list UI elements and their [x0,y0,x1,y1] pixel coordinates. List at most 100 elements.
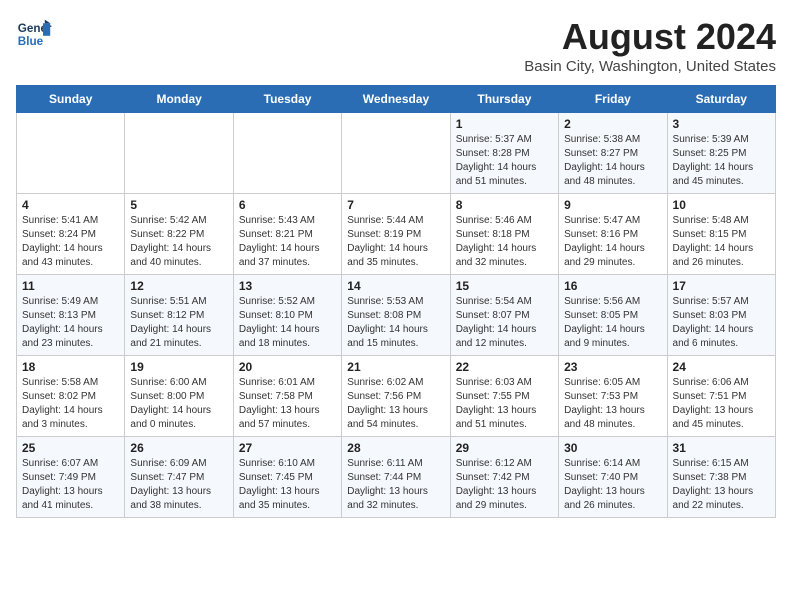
calendar-cell [342,113,450,194]
calendar-cell: 10Sunrise: 5:48 AM Sunset: 8:15 PM Dayli… [667,194,775,275]
calendar-cell: 15 Sunrise: 5:54 AM Sunset: 8:07 PM Dayli… [450,275,558,356]
calendar-week-4: 18 Sunrise: 5:58 AM Sunset: 8:02 PM Dayli… [17,356,776,437]
day-number: 7 [347,198,444,212]
day-number: 24 [673,360,770,374]
day-wednesday: Wednesday [342,86,450,113]
day-info: Sunrise: 5:47 AM Sunset: 8:16 PM Dayligh… [564,214,661,270]
svg-text:Blue: Blue [18,35,44,48]
day-info: Sunrise: 6:10 AM Sunset: 7:45 PM Dayligh… [239,457,336,513]
day-number: 12 [130,279,227,293]
calendar-cell: 4Sunrise: 5:41 AM Sunset: 8:24 PM Daylig… [17,194,125,275]
day-info: Sunrise: 5:42 AM Sunset: 8:22 PM Dayligh… [130,214,227,270]
calendar-cell: 28Sunrise: 6:11 AM Sunset: 7:44 PM Dayli… [342,437,450,518]
calendar-week-5: 25Sunrise: 6:07 AM Sunset: 7:49 PM Dayli… [17,437,776,518]
day-info: Sunrise: 6:06 AM Sunset: 7:51 PM Dayligh… [673,376,770,432]
calendar-body: 1Sunrise: 5:37 AM Sunset: 8:28 PM Daylig… [17,113,776,518]
day-number: 11 [22,279,119,293]
day-number: 20 [239,360,336,374]
day-number: 19 [130,360,227,374]
calendar-cell: 20 Sunrise: 6:01 AM Sunset: 7:58 PM Dayli… [233,356,341,437]
day-info: Sunrise: 5:44 AM Sunset: 8:19 PM Dayligh… [347,214,444,270]
day-info: Sunrise: 6:11 AM Sunset: 7:44 PM Dayligh… [347,457,444,513]
day-number: 30 [564,441,661,455]
day-number: 10 [673,198,770,212]
calendar-cell: 14 Sunrise: 5:53 AM Sunset: 8:08 PM Dayli… [342,275,450,356]
day-info: Sunrise: 5:52 AM Sunset: 8:10 PM Dayligh… [239,295,336,351]
day-info: Sunrise: 6:05 AM Sunset: 7:53 PM Dayligh… [564,376,661,432]
calendar-header: Sunday Monday Tuesday Wednesday Thursday… [17,86,776,113]
day-number: 29 [456,441,553,455]
calendar-cell: 5 Sunrise: 5:42 AM Sunset: 8:22 PM Daylig… [125,194,233,275]
day-number: 31 [673,441,770,455]
calendar-cell: 8 Sunrise: 5:46 AM Sunset: 8:18 PM Daylig… [450,194,558,275]
calendar-cell: 3 Sunrise: 5:39 AM Sunset: 8:25 PM Daylig… [667,113,775,194]
day-info: Sunrise: 5:43 AM Sunset: 8:21 PM Dayligh… [239,214,336,270]
day-number: 18 [22,360,119,374]
day-number: 21 [347,360,444,374]
day-info: Sunrise: 6:01 AM Sunset: 7:58 PM Dayligh… [239,376,336,432]
day-monday: Monday [125,86,233,113]
calendar-cell: 27 Sunrise: 6:10 AM Sunset: 7:45 PM Dayli… [233,437,341,518]
day-thursday: Thursday [450,86,558,113]
calendar-cell: 26 Sunrise: 6:09 AM Sunset: 7:47 PM Dayli… [125,437,233,518]
day-saturday: Saturday [667,86,775,113]
sub-title: Basin City, Washington, United States [524,58,776,75]
calendar-cell: 19 Sunrise: 6:00 AM Sunset: 8:00 PM Dayli… [125,356,233,437]
day-number: 8 [456,198,553,212]
day-info: Sunrise: 6:14 AM Sunset: 7:40 PM Dayligh… [564,457,661,513]
day-info: Sunrise: 6:00 AM Sunset: 8:00 PM Dayligh… [130,376,227,432]
day-number: 3 [673,117,770,131]
day-number: 22 [456,360,553,374]
day-info: Sunrise: 6:12 AM Sunset: 7:42 PM Dayligh… [456,457,553,513]
logo: General Blue [16,16,52,52]
calendar-cell: 29 Sunrise: 6:12 AM Sunset: 7:42 PM Dayli… [450,437,558,518]
day-info: Sunrise: 5:46 AM Sunset: 8:18 PM Dayligh… [456,214,553,270]
day-info: Sunrise: 5:58 AM Sunset: 8:02 PM Dayligh… [22,376,119,432]
calendar-week-3: 11 Sunrise: 5:49 AM Sunset: 8:13 PM Dayli… [17,275,776,356]
day-number: 1 [456,117,553,131]
day-number: 23 [564,360,661,374]
day-info: Sunrise: 5:57 AM Sunset: 8:03 PM Dayligh… [673,295,770,351]
calendar-cell: 13 Sunrise: 5:52 AM Sunset: 8:10 PM Dayli… [233,275,341,356]
calendar-week-1: 1Sunrise: 5:37 AM Sunset: 8:28 PM Daylig… [17,113,776,194]
day-info: Sunrise: 5:41 AM Sunset: 8:24 PM Dayligh… [22,214,119,270]
calendar-cell [17,113,125,194]
calendar-cell: 1Sunrise: 5:37 AM Sunset: 8:28 PM Daylig… [450,113,558,194]
day-number: 13 [239,279,336,293]
calendar-cell: 7 Sunrise: 5:44 AM Sunset: 8:19 PM Daylig… [342,194,450,275]
day-info: Sunrise: 5:54 AM Sunset: 8:07 PM Dayligh… [456,295,553,351]
day-number: 9 [564,198,661,212]
main-title: August 2024 [524,16,776,58]
calendar-cell: 31 Sunrise: 6:15 AM Sunset: 7:38 PM Dayli… [667,437,775,518]
day-number: 27 [239,441,336,455]
day-number: 14 [347,279,444,293]
day-number: 2 [564,117,661,131]
day-number: 5 [130,198,227,212]
day-number: 25 [22,441,119,455]
day-number: 15 [456,279,553,293]
day-info: Sunrise: 5:49 AM Sunset: 8:13 PM Dayligh… [22,295,119,351]
day-info: Sunrise: 5:38 AM Sunset: 8:27 PM Dayligh… [564,133,661,189]
calendar-cell: 30 Sunrise: 6:14 AM Sunset: 7:40 PM Dayli… [559,437,667,518]
day-number: 16 [564,279,661,293]
page-header: General Blue August 2024 Basin City, Was… [16,16,776,75]
calendar-cell: 16Sunrise: 5:56 AM Sunset: 8:05 PM Dayli… [559,275,667,356]
day-info: Sunrise: 6:15 AM Sunset: 7:38 PM Dayligh… [673,457,770,513]
day-friday: Friday [559,86,667,113]
calendar-cell: 17Sunrise: 5:57 AM Sunset: 8:03 PM Dayli… [667,275,775,356]
day-number: 26 [130,441,227,455]
day-info: Sunrise: 6:03 AM Sunset: 7:55 PM Dayligh… [456,376,553,432]
calendar-cell: 6Sunrise: 5:43 AM Sunset: 8:21 PM Daylig… [233,194,341,275]
calendar-cell: 2 Sunrise: 5:38 AM Sunset: 8:27 PM Daylig… [559,113,667,194]
day-info: Sunrise: 5:53 AM Sunset: 8:08 PM Dayligh… [347,295,444,351]
calendar-cell: 24 Sunrise: 6:06 AM Sunset: 7:51 PM Dayli… [667,356,775,437]
calendar-table: Sunday Monday Tuesday Wednesday Thursday… [16,85,776,518]
day-info: Sunrise: 6:09 AM Sunset: 7:47 PM Dayligh… [130,457,227,513]
title-block: August 2024 Basin City, Washington, Unit… [524,16,776,75]
day-info: Sunrise: 6:02 AM Sunset: 7:56 PM Dayligh… [347,376,444,432]
calendar-cell: 22 Sunrise: 6:03 AM Sunset: 7:55 PM Dayli… [450,356,558,437]
day-sunday: Sunday [17,86,125,113]
day-info: Sunrise: 5:51 AM Sunset: 8:12 PM Dayligh… [130,295,227,351]
calendar-cell: 21 Sunrise: 6:02 AM Sunset: 7:56 PM Dayli… [342,356,450,437]
day-info: Sunrise: 5:39 AM Sunset: 8:25 PM Dayligh… [673,133,770,189]
